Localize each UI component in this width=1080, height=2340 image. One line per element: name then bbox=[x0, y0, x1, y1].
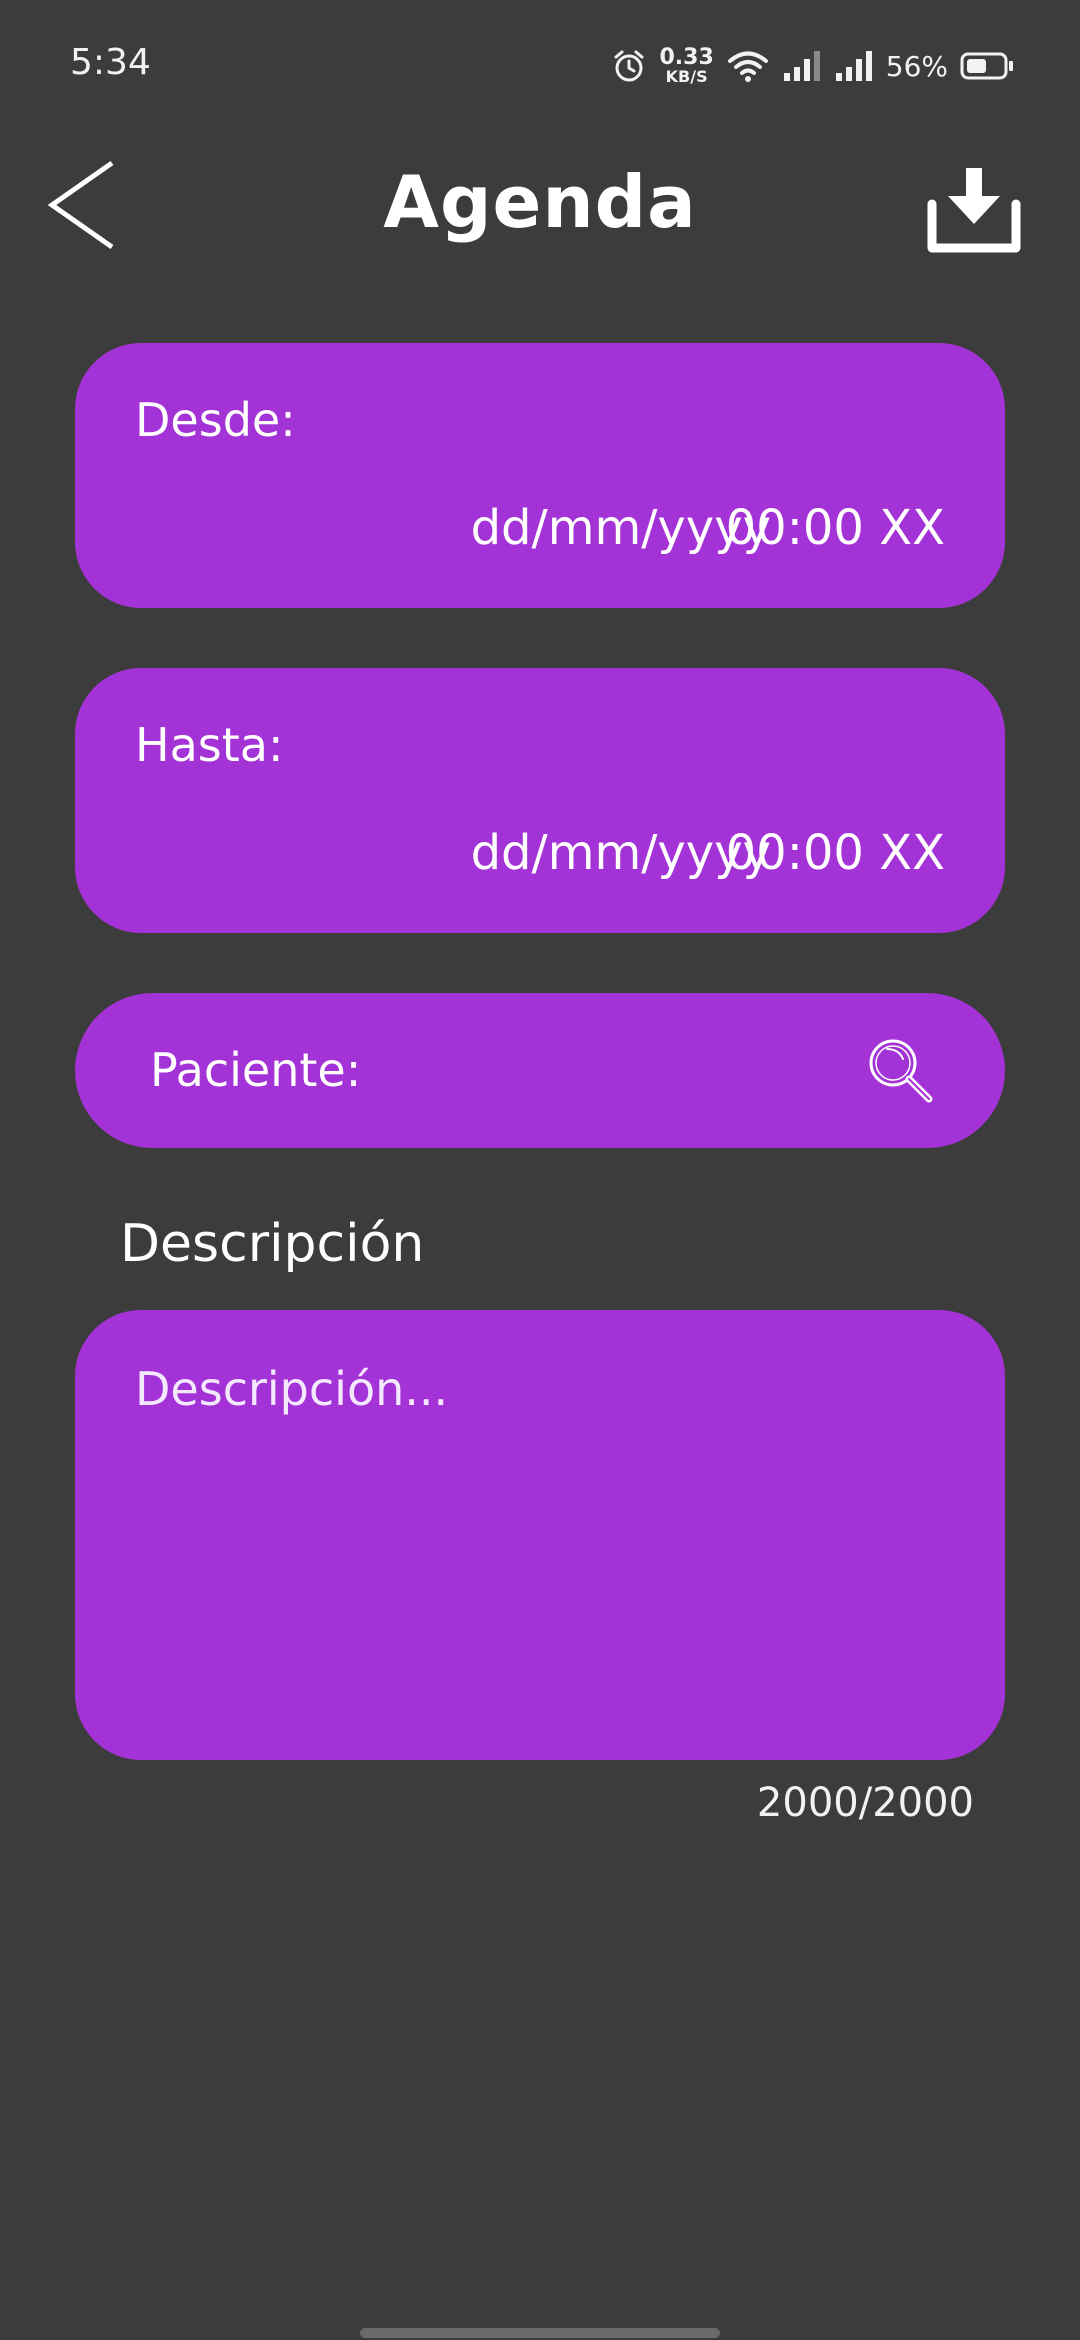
from-label: Desde: bbox=[135, 393, 296, 447]
patient-label: Paciente: bbox=[150, 1043, 362, 1097]
from-datetime-card[interactable]: Desde: dd/mm/yyyy 00:00 XX bbox=[75, 343, 1005, 608]
from-time-field[interactable]: 00:00 XX bbox=[726, 500, 945, 556]
signal-icon bbox=[783, 51, 820, 81]
download-tray-icon bbox=[927, 168, 1021, 253]
alarm-icon bbox=[614, 50, 644, 82]
network-speed: 0.33 KB/S bbox=[659, 47, 713, 85]
page-title: Agenda bbox=[383, 160, 697, 244]
home-indicator[interactable] bbox=[360, 2328, 720, 2338]
character-counter: 2000/2000 bbox=[756, 1780, 974, 1826]
description-placeholder: Descripción... bbox=[135, 1362, 449, 1416]
network-speed-value: 0.33 bbox=[659, 45, 714, 70]
description-heading: Descripción bbox=[120, 1214, 425, 1274]
search-icon bbox=[869, 1039, 933, 1103]
from-date-field[interactable]: dd/mm/yyyy bbox=[415, 500, 771, 556]
to-date-field[interactable]: dd/mm/yyyy bbox=[415, 825, 771, 881]
patient-search-button[interactable] bbox=[865, 1035, 937, 1107]
to-label: Hasta: bbox=[135, 718, 284, 772]
status-bar: 5:34 0.33 KB/S 56% bbox=[0, 0, 1080, 130]
to-time-field[interactable]: 00:00 XX bbox=[726, 825, 945, 881]
status-icons: 0.33 KB/S 56% bbox=[611, 44, 1014, 88]
patient-field[interactable]: Paciente: bbox=[75, 993, 1005, 1148]
battery-icon bbox=[960, 52, 1013, 80]
agenda-screen: 5:34 0.33 KB/S 56% Agenda Desde: dd/mm/y… bbox=[0, 0, 1080, 2340]
description-textarea[interactable]: Descripción... bbox=[75, 1310, 1005, 1760]
download-button[interactable] bbox=[926, 168, 1022, 256]
network-speed-unit: KB/S bbox=[665, 67, 708, 86]
to-datetime-card[interactable]: Hasta: dd/mm/yyyy 00:00 XX bbox=[75, 668, 1005, 933]
wifi-icon bbox=[727, 51, 768, 82]
status-time: 5:34 bbox=[70, 42, 151, 83]
signal-icon-2 bbox=[835, 51, 872, 81]
battery-percent: 56% bbox=[885, 49, 948, 83]
